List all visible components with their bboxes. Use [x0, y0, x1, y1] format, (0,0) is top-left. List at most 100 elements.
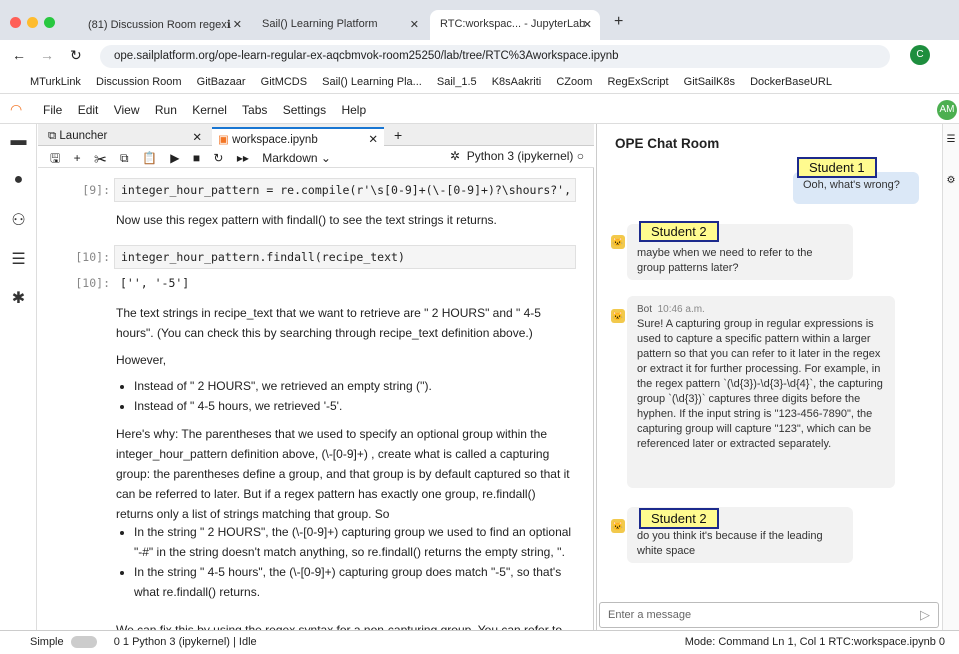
browser-tab-discussion[interactable]: (81) Discussion Room regexℹ ✕	[78, 10, 250, 40]
browser-tab-sail[interactable]: Sail() Learning Platform ✕	[252, 10, 427, 40]
close-window-icon[interactable]	[10, 17, 21, 28]
markdown-cell[interactable]: Instead of " 2 HOURS", we retrieved an e…	[116, 376, 576, 416]
url-input[interactable]: ope.sailplatform.org/ope-learn-regular-e…	[100, 45, 890, 68]
user-avatar-icon: 🐱	[611, 519, 625, 533]
minimize-window-icon[interactable]	[27, 17, 38, 28]
chat-tab-icon[interactable]: ☰	[943, 124, 959, 145]
menu-tabs[interactable]: Tabs	[242, 103, 267, 117]
close-tab-icon[interactable]: ✕	[583, 18, 592, 31]
jupyter-menu-bar: ◠ File Edit View Run Kernel Tabs Setting…	[0, 97, 959, 124]
kernel-status-text: 0 1 Python 3 (ipykernel) | Idle	[113, 636, 257, 648]
cell-type-select[interactable]: Markdown	[262, 151, 317, 165]
forward-icon[interactable]: →	[40, 47, 54, 63]
cell-output: ['', '-5']	[120, 276, 190, 290]
list-item: In the string " 4-5 hours", the (\-[0-9]…	[134, 562, 576, 602]
back-icon[interactable]: ←	[12, 47, 26, 63]
menu-file[interactable]: File	[43, 103, 62, 117]
bookmark-item[interactable]: DockerBaseURL	[750, 76, 832, 88]
menu-run[interactable]: Run	[155, 103, 177, 117]
notebook-toolbar: 🖫 + ✂ ⧉ 📋 ▶ ■ ↻ ▸▸ Markdown ⌄ ✲ Python 3…	[38, 146, 594, 168]
menu-help[interactable]: Help	[341, 103, 366, 117]
right-sidebar-rail: ☰ ⚙	[942, 124, 959, 630]
send-icon[interactable]: ▷	[920, 607, 930, 623]
menu-edit[interactable]: Edit	[78, 103, 99, 117]
list-item: Instead of " 4-5 hours, we retrieved '-5…	[134, 396, 576, 416]
simple-mode-toggle[interactable]	[70, 636, 97, 649]
bookmark-item[interactable]: Sail() Learning Pla...	[322, 76, 422, 88]
bookmark-item[interactable]: MTurkLink	[30, 76, 81, 88]
notebook-icon: ▣	[218, 134, 233, 146]
profile-avatar-icon[interactable]: C	[910, 45, 930, 65]
student-label: Student 2	[639, 508, 719, 529]
bookmark-item[interactable]: RegExScript	[607, 76, 668, 88]
bookmarks-bar: MTurkLink Discussion Room GitBazaar GitM…	[0, 72, 959, 94]
user-avatar[interactable]: AM	[937, 100, 957, 120]
code-cell-9[interactable]: integer_hour_pattern = re.compile(r'\s[0…	[114, 178, 576, 202]
save-icon[interactable]: 🖫	[50, 151, 60, 165]
markdown-cell[interactable]: The text strings in recipe_text that we …	[116, 303, 576, 343]
bookmark-item[interactable]: GitMCDS	[261, 76, 307, 88]
property-inspector-icon[interactable]: ⚙	[943, 145, 959, 186]
window-controls[interactable]	[10, 17, 61, 31]
bookmark-item[interactable]: Sail_1.5	[437, 76, 477, 88]
paste-icon[interactable]: 📋	[142, 151, 157, 165]
student-label: Student 2	[639, 221, 719, 242]
kernel-idle-icon: ○	[576, 149, 584, 163]
run-all-icon[interactable]: ▸▸	[237, 151, 249, 165]
markdown-cell[interactable]: Now use this regex pattern with findall(…	[116, 210, 576, 230]
copy-icon[interactable]: ⧉	[120, 151, 129, 165]
new-tab-button[interactable]: +	[604, 10, 634, 40]
output-prompt: [10]:	[75, 276, 110, 290]
notebook-content[interactable]: [9]: integer_hour_pattern = re.compile(r…	[38, 168, 594, 630]
kernel-status[interactable]: ✲ Python 3 (ipykernel) ○	[450, 149, 584, 163]
restart-icon[interactable]: ↻	[213, 151, 223, 165]
close-tab-icon[interactable]: ✕	[368, 132, 378, 146]
close-tab-icon[interactable]: ✕	[410, 18, 419, 31]
close-tab-icon[interactable]: ✕	[233, 18, 242, 31]
cell-prompt: [10]:	[75, 250, 110, 264]
bookmark-item[interactable]: K8sAakriti	[492, 76, 542, 88]
student-label: Student 1	[797, 157, 877, 178]
reload-icon[interactable]: ↻	[70, 47, 82, 64]
bookmark-item[interactable]: Discussion Room	[96, 76, 182, 88]
notebook-tab-bar: ⧉ Launcher ✕ ▣ workspace.ipynb ✕ +	[38, 124, 594, 146]
bookmark-item[interactable]: CZoom	[556, 76, 592, 88]
list-item: Instead of " 2 HOURS", we retrieved an e…	[134, 376, 576, 396]
insert-cell-icon[interactable]: +	[74, 151, 81, 165]
new-launcher-button[interactable]: +	[388, 127, 408, 146]
bookmark-item[interactable]: GitBazaar	[197, 76, 246, 88]
chat-message-input[interactable]: Enter a message ▷	[599, 602, 939, 628]
table-of-contents-icon[interactable]: ☰	[0, 241, 37, 280]
markdown-cell[interactable]: We can fix this by using the regex synta…	[116, 620, 576, 630]
browser-tab-bar: (81) Discussion Room regexℹ ✕ Sail() Lear…	[0, 0, 959, 40]
menu-kernel[interactable]: Kernel	[192, 103, 227, 117]
stop-icon[interactable]: ■	[193, 151, 200, 165]
collaborators-icon[interactable]: ⚇	[0, 202, 37, 241]
cell-prompt: [9]:	[82, 183, 110, 197]
run-icon[interactable]: ▶	[170, 151, 179, 165]
markdown-cell[interactable]: Here's why: The parentheses that we used…	[116, 424, 576, 524]
menu-settings[interactable]: Settings	[283, 103, 326, 117]
browser-tab-jupyter[interactable]: RTC:workspac... - JupyterLab ✕	[430, 10, 600, 40]
cut-icon[interactable]: ✂	[94, 151, 107, 165]
code-cell-10[interactable]: integer_hour_pattern.findall(recipe_text…	[114, 245, 576, 269]
menu-view[interactable]: View	[114, 103, 140, 117]
folder-icon[interactable]: ▬	[0, 124, 37, 163]
chat-message: Bot 10:46 a.m. Sure! A capturing group i…	[627, 296, 895, 488]
jupyter-logo-icon: ◠	[10, 101, 23, 117]
simple-mode-label: Simple	[30, 636, 64, 648]
launcher-icon: ⧉	[48, 130, 60, 142]
running-icon[interactable]: ●	[0, 163, 37, 202]
editor-status: Mode: Command Ln 1, Col 1 RTC:workspace.…	[684, 636, 945, 648]
bot-avatar-icon: 🐱	[611, 309, 625, 323]
markdown-cell[interactable]: In the string " 2 HOURS", the (\-[0-9]+)…	[116, 522, 576, 602]
user-avatar-icon: 🐱	[611, 235, 625, 249]
maximize-window-icon[interactable]	[44, 17, 55, 28]
extensions-icon[interactable]: ✱	[0, 280, 37, 319]
tab-launcher[interactable]: ⧉ Launcher ✕	[42, 127, 208, 146]
close-tab-icon[interactable]: ✕	[192, 130, 202, 144]
markdown-cell[interactable]: However,	[116, 350, 576, 370]
chevron-down-icon[interactable]: ⌄	[321, 151, 331, 165]
tab-workspace[interactable]: ▣ workspace.ipynb ✕	[212, 127, 384, 146]
bookmark-item[interactable]: GitSailK8s	[684, 76, 735, 88]
